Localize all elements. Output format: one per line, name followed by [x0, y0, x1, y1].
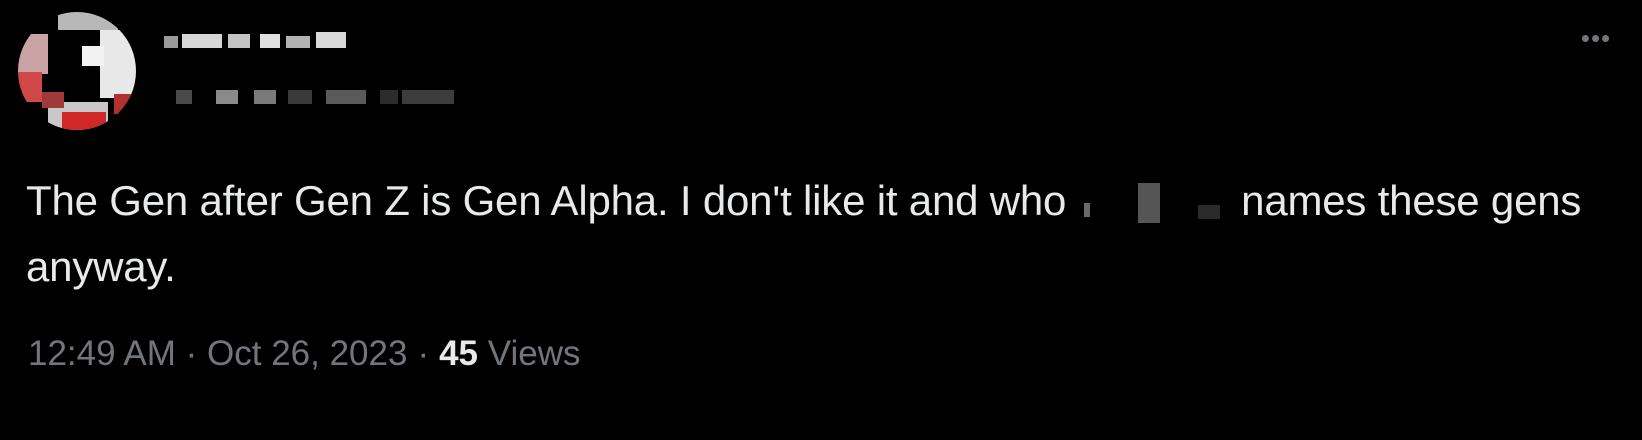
tweet-text-part1: The Gen after Gen Z is Gen Alpha. I don'…	[26, 177, 1067, 224]
more-options-button[interactable]: •••	[1574, 22, 1618, 54]
meta-separator: ·	[185, 334, 198, 373]
avatar[interactable]	[18, 12, 136, 130]
tweet-time: 12:49 AM	[28, 334, 176, 373]
meta-separator: ·	[417, 334, 430, 373]
display-name-redacted[interactable]	[164, 32, 354, 50]
tweet-time-link[interactable]: 12:49 AM · Oct 26, 2023	[28, 334, 407, 374]
views[interactable]: 45 Views	[439, 334, 580, 374]
views-count: 45	[439, 334, 479, 373]
tweet-meta: 12:49 AM · Oct 26, 2023 · 45 Views	[28, 334, 581, 374]
tweet-text: The Gen after Gen Z is Gen Alpha. I don'…	[26, 168, 1606, 300]
views-label: Views	[487, 334, 581, 373]
tweet-card: ••• The Gen after Gen Z is Gen Alpha. I …	[0, 0, 1642, 440]
handle-redacted[interactable]	[176, 88, 456, 106]
tweet-date: Oct 26, 2023	[207, 334, 408, 373]
redacted-word	[1080, 181, 1228, 223]
more-horizontal-icon: •••	[1580, 22, 1612, 53]
